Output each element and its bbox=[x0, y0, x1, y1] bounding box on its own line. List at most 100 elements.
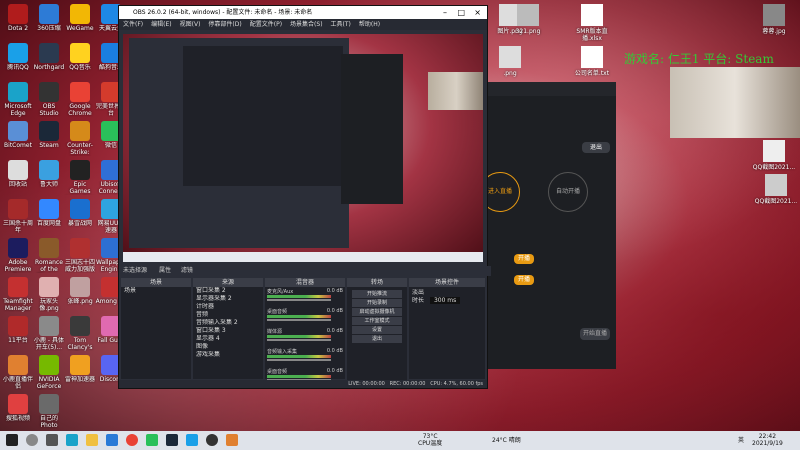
search-icon[interactable] bbox=[26, 434, 38, 446]
scenes-list[interactable]: 场景 bbox=[121, 287, 191, 379]
source-item[interactable]: 音频 bbox=[193, 311, 263, 319]
transition-type[interactable]: 淡出 bbox=[409, 289, 485, 297]
close-icon[interactable]: × bbox=[474, 6, 481, 19]
desktop-icon[interactable]: 360压缩 bbox=[33, 2, 65, 39]
desktop-icon[interactable]: 张峰.png bbox=[64, 275, 96, 312]
menu-item[interactable]: 帮助(H) bbox=[359, 21, 380, 28]
desktop-icon[interactable]: 搜狐视频 bbox=[2, 392, 34, 429]
desktop-icon[interactable]: 11平台 bbox=[2, 314, 34, 351]
desktop-icon[interactable]: BitComet bbox=[2, 119, 34, 156]
chrome-icon[interactable] bbox=[126, 434, 138, 446]
clock[interactable]: 22:42 2021/9/19 bbox=[752, 433, 783, 447]
desktop-icon[interactable]: Steam bbox=[33, 119, 65, 156]
desktop-icon[interactable]: Microsoft Edge bbox=[2, 80, 34, 117]
desktop-icon[interactable]: Northgard bbox=[33, 41, 65, 78]
obs-menubar: 文件(F) 编辑(E) 视图(V) 停靠部件(D) 配置文件(P) 场景集合(S) 工具(T… bbox=[119, 19, 487, 30]
wechat-icon[interactable] bbox=[146, 434, 158, 446]
desktop-icon[interactable]: 回收站 bbox=[2, 158, 34, 195]
source-item[interactable]: 显示器采集 2 bbox=[193, 295, 263, 303]
task-view-icon[interactable] bbox=[46, 434, 58, 446]
source-item[interactable]: 窗口采集 2 bbox=[193, 287, 263, 295]
desktop-icon[interactable]: Romance of the Three ... bbox=[33, 236, 65, 273]
steam-icon[interactable] bbox=[166, 434, 178, 446]
source-item[interactable]: 图像 bbox=[193, 343, 263, 351]
obs-icon[interactable] bbox=[206, 434, 218, 446]
desktop-icon[interactable]: 三国杀十周年 bbox=[2, 197, 34, 234]
menu-item[interactable]: 视图(V) bbox=[180, 21, 201, 28]
desktop-icon[interactable]: OBS Studio bbox=[33, 80, 65, 117]
menu-item[interactable]: 停靠部件(D) bbox=[208, 21, 241, 28]
menu-item[interactable]: 编辑(E) bbox=[151, 21, 171, 28]
desktop-icon[interactable]: Google Chrome bbox=[64, 80, 96, 117]
control-button[interactable]: 退出 bbox=[352, 335, 402, 343]
desktop-icon[interactable]: Dota 2 bbox=[2, 2, 34, 39]
weather-widget[interactable]: 24°C 晴朗 bbox=[492, 437, 521, 444]
control-button[interactable]: 开始录制 bbox=[352, 299, 402, 307]
go-live-button-a[interactable]: 开播 bbox=[514, 254, 534, 264]
desktop-file-icon[interactable]: SMR版本直播.xlsx bbox=[570, 4, 614, 42]
go-live-button-b[interactable]: 开播 bbox=[514, 275, 534, 285]
desktop-file-icon[interactable]: QQ截图2021... bbox=[754, 174, 798, 205]
desktop-icon[interactable]: 百度网盘 bbox=[33, 197, 65, 234]
qq-icon[interactable] bbox=[186, 434, 198, 446]
desktop-icon[interactable]: 腾讯QQ bbox=[2, 41, 34, 78]
control-button[interactable]: 工作室模式 bbox=[352, 317, 402, 325]
desktop-icon[interactable]: WeGame bbox=[64, 2, 96, 39]
menu-item[interactable]: 文件(F) bbox=[123, 21, 143, 28]
minimize-icon[interactable]: – bbox=[443, 6, 447, 19]
desktop-icon[interactable]: 雷神加速器 bbox=[64, 353, 96, 390]
volume-slider[interactable] bbox=[267, 339, 331, 341]
desktop-icon[interactable]: 小鹿直播伴侣 bbox=[2, 353, 34, 390]
source-item[interactable]: 显示器 4 bbox=[193, 335, 263, 343]
properties-tab[interactable]: 属性 bbox=[159, 267, 171, 274]
desktop-icon[interactable]: Teamfight Manager bbox=[2, 275, 34, 312]
desktop-icon[interactable]: 三国志十四威力加强版 bbox=[64, 236, 96, 273]
menu-item[interactable]: 工具(T) bbox=[331, 21, 351, 28]
desktop-icon[interactable]: Tom Clancy's R... bbox=[64, 314, 96, 351]
source-item[interactable]: 音频输入采集 2 bbox=[193, 319, 263, 327]
start-stream-button[interactable]: 开始直播 bbox=[580, 328, 610, 340]
desktop-icon[interactable]: 玩家头像.png bbox=[33, 275, 65, 312]
source-item[interactable]: 窗口采集 3 bbox=[193, 327, 263, 335]
desktop-icon[interactable]: 暴雪战网 bbox=[64, 197, 96, 234]
edge-icon[interactable] bbox=[66, 434, 78, 446]
source-item[interactable]: 游戏采集 bbox=[193, 351, 263, 359]
volume-slider[interactable] bbox=[267, 299, 331, 301]
control-button[interactable]: 设置 bbox=[352, 326, 402, 334]
menu-item[interactable]: 配置文件(P) bbox=[250, 21, 282, 28]
desktop-icon[interactable]: Counter-Strike: Global Off... bbox=[64, 119, 96, 156]
auto-live-circle[interactable]: 自动开播 bbox=[548, 172, 588, 212]
volume-slider[interactable] bbox=[267, 359, 331, 361]
filters-tab[interactable]: 滤镜 bbox=[181, 267, 193, 274]
control-button[interactable]: 启动虚拟摄像机 bbox=[352, 308, 402, 316]
maximize-icon[interactable]: □ bbox=[457, 6, 465, 19]
scene-item[interactable]: 场景 bbox=[121, 287, 191, 295]
desktop-file-icon[interactable]: 321.png bbox=[506, 4, 550, 35]
live-app-icon[interactable] bbox=[226, 434, 238, 446]
source-item[interactable]: 计时器 bbox=[193, 303, 263, 311]
volume-slider[interactable] bbox=[267, 319, 331, 321]
sources-list[interactable]: 窗口采集 2 显示器采集 2 计时器 音频 音频输入采集 2 窗口采集 3 显示器 4 图像游… bbox=[193, 287, 263, 379]
desktop-file-icon[interactable]: 蓉蓉.jpg bbox=[752, 4, 796, 35]
exit-button[interactable]: 退出 bbox=[582, 142, 610, 153]
desktop-icon-label: Epic Games Launcher bbox=[69, 181, 91, 195]
desktop-icon[interactable]: Adobe Premiere Pro bbox=[2, 236, 34, 273]
desktop-file-icon[interactable]: .png bbox=[488, 46, 532, 77]
store-icon[interactable] bbox=[106, 434, 118, 446]
desktop-icon[interactable]: QQ音乐 bbox=[64, 41, 96, 78]
desktop-icon[interactable]: 鲁大师 bbox=[33, 158, 65, 195]
desktop-file-icon[interactable]: QQ截图2021... bbox=[752, 140, 796, 171]
control-button[interactable]: 开始推流 bbox=[352, 290, 402, 298]
file-explorer-icon[interactable] bbox=[86, 434, 98, 446]
ime-indicator[interactable]: 英 bbox=[738, 437, 744, 444]
desktop-file-icon[interactable]: 公司名单.txt bbox=[570, 46, 614, 77]
desktop-icon[interactable]: Epic Games Launcher bbox=[64, 158, 96, 195]
menu-item[interactable]: 场景集合(S) bbox=[290, 21, 323, 28]
windows-start-icon[interactable] bbox=[6, 434, 18, 446]
desktop-icon[interactable]: 自己的Photo bbox=[33, 392, 65, 429]
duration-input[interactable]: 300 ms bbox=[429, 297, 461, 304]
obs-preview[interactable] bbox=[123, 34, 483, 262]
desktop-icon[interactable]: 小鹿 - 具体开车(5)... bbox=[33, 314, 65, 351]
desktop-icon-label: Steam bbox=[39, 142, 59, 149]
desktop-icon[interactable]: NVIDIA GeForce Exper... bbox=[33, 353, 65, 390]
